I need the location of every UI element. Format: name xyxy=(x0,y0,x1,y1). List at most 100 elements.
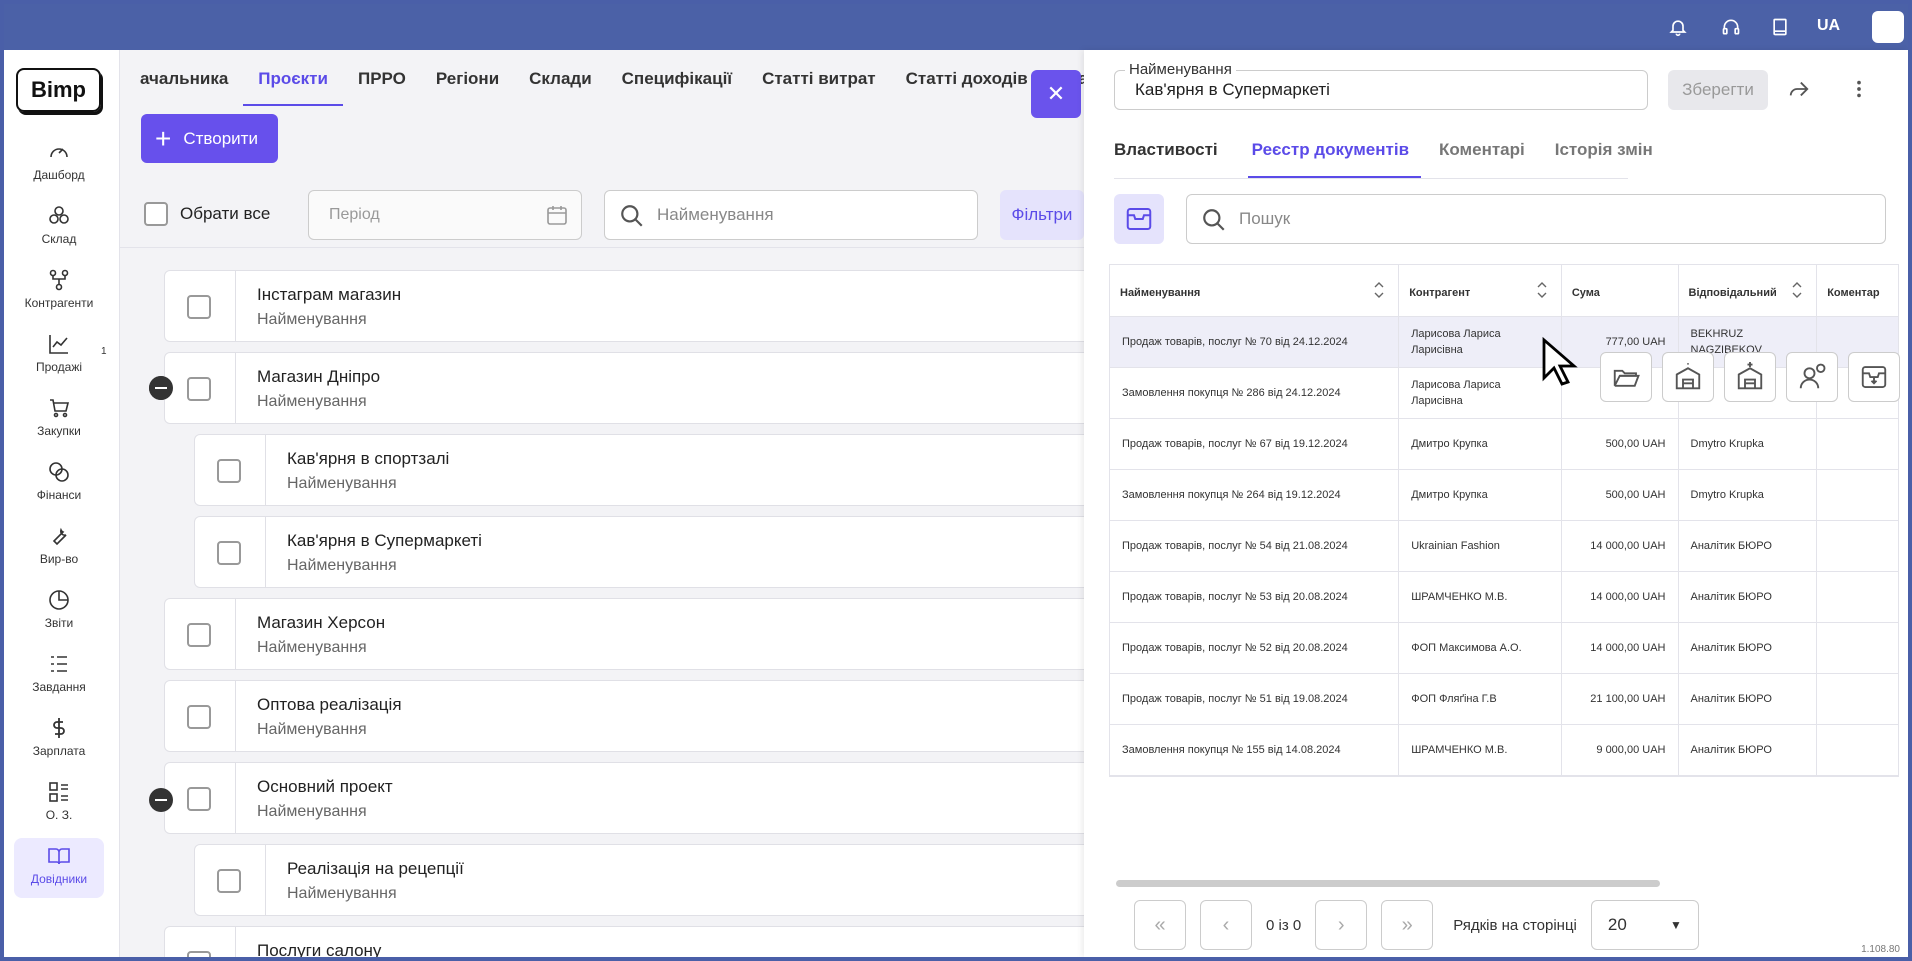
row-actions xyxy=(1600,352,1900,402)
close-panel-button[interactable]: ✕ xyxy=(1031,70,1081,118)
column-contractor[interactable]: Контрагент xyxy=(1399,265,1562,316)
row-checkbox[interactable] xyxy=(187,295,211,319)
tab-regions[interactable]: Регіони xyxy=(421,50,514,106)
row-checkbox[interactable] xyxy=(217,459,241,483)
more-vertical-icon[interactable] xyxy=(1848,78,1870,100)
column-responsible[interactable]: Відповідальний xyxy=(1679,265,1818,316)
warehouse-out-button[interactable] xyxy=(1662,352,1714,402)
app-frame: UA Bimp Дашборд Склад Контрагенти Продаж… xyxy=(4,4,1908,957)
tab-projects[interactable]: Проєкти xyxy=(243,50,343,106)
avatar[interactable] xyxy=(1872,11,1904,43)
list-item[interactable]: Оптова реалізація Найменування xyxy=(164,680,1104,752)
list-item[interactable]: Магазин Дніпро Найменування xyxy=(164,352,1104,424)
sort-icon[interactable] xyxy=(1372,279,1386,301)
tab-comments[interactable]: Коментарі xyxy=(1439,124,1537,178)
search-input[interactable]: Найменування xyxy=(604,190,978,240)
row-checkbox[interactable] xyxy=(187,377,211,401)
tab-history[interactable]: Історія змін xyxy=(1555,124,1665,178)
list-item[interactable]: Послуги салону xyxy=(164,926,1104,957)
row-checkbox[interactable] xyxy=(217,869,241,893)
document-search-input[interactable]: Пошук xyxy=(1186,194,1886,244)
table-row[interactable]: Продаж товарів, послуг № 67 від 19.12.20… xyxy=(1110,419,1898,470)
period-input[interactable]: Період xyxy=(308,190,582,240)
sidebar-item-reports[interactable]: Звіти xyxy=(14,582,104,642)
list-item[interactable]: Реалізація на рецепції Найменування xyxy=(194,844,1104,916)
row-checkbox[interactable] xyxy=(217,541,241,565)
tab-warehouses[interactable]: Склади xyxy=(514,50,607,106)
cell-responsible: Dmytro Krupka xyxy=(1679,419,1818,469)
row-subtitle: Найменування xyxy=(287,885,397,902)
sidebar-item-sales[interactable]: Продажі xyxy=(14,326,104,386)
list-item[interactable]: Магазин Херсон Найменування xyxy=(164,598,1104,670)
sidebar-item-salary[interactable]: Зарплата xyxy=(14,710,104,770)
details-panel: Найменування Кав'ярня в Супермаркеті Збе… xyxy=(1084,50,1908,957)
rows-per-page-select[interactable]: 20 ▼ xyxy=(1590,900,1699,950)
collapse-icon[interactable] xyxy=(149,788,173,812)
bell-icon[interactable] xyxy=(1666,15,1690,39)
row-checkbox[interactable] xyxy=(187,787,211,811)
sidebar-item-contractors[interactable]: Контрагенти xyxy=(14,262,104,322)
sort-icon[interactable] xyxy=(1790,279,1804,301)
warehouse-in-button[interactable] xyxy=(1724,352,1776,402)
horizontal-scrollbar[interactable] xyxy=(1116,880,1660,887)
last-page-button[interactable]: » xyxy=(1381,900,1434,950)
headset-icon[interactable] xyxy=(1719,15,1743,39)
select-all[interactable]: Обрати все xyxy=(144,202,270,226)
tab-expense-items[interactable]: Статті витрат xyxy=(747,50,891,106)
sidebar-item-dashboard[interactable]: Дашборд xyxy=(14,134,104,194)
row-checkbox[interactable] xyxy=(187,623,211,647)
sidebar-item-purchases[interactable]: Закупки xyxy=(14,390,104,450)
tab-income-items[interactable]: Статті доходів xyxy=(891,50,1043,106)
folder-open-icon xyxy=(1613,369,1640,387)
book-icon[interactable] xyxy=(1768,15,1792,39)
table-row[interactable]: Замовлення покупця № 264 від 19.12.2024 … xyxy=(1110,470,1898,521)
sidebar-item-directories[interactable]: Довідники xyxy=(14,838,104,898)
sidebar-item-production[interactable]: Вир-во xyxy=(14,518,104,578)
table-row[interactable]: Продаж товарів, послуг № 54 від 21.08.20… xyxy=(1110,521,1898,572)
cell-sum: 14 000,00 UAH xyxy=(1562,521,1679,571)
first-page-button[interactable]: « xyxy=(1134,900,1186,950)
create-button[interactable]: + Створити xyxy=(141,114,278,163)
column-name[interactable]: Найменування xyxy=(1110,265,1400,316)
table-row[interactable]: Продаж товарів, послуг № 52 від 20.08.20… xyxy=(1110,623,1898,674)
select-all-checkbox[interactable] xyxy=(144,202,168,226)
table-row[interactable]: Продаж товарів, послуг № 53 від 20.08.20… xyxy=(1110,572,1898,623)
prev-page-button[interactable]: ‹ xyxy=(1200,900,1252,950)
warehouse-out-icon xyxy=(1675,363,1701,390)
list-item[interactable]: Кав'ярня в спортзалі Найменування xyxy=(194,434,1104,506)
name-field[interactable]: Найменування Кав'ярня в Супермаркеті xyxy=(1114,61,1648,110)
sidebar-item-finance[interactable]: Фінанси xyxy=(14,454,104,514)
user-payment-button[interactable] xyxy=(1786,352,1838,402)
sidebar-item-fixed-assets[interactable]: О. З. xyxy=(14,774,104,834)
filters-button[interactable]: Фільтри xyxy=(1000,190,1084,240)
tab-prro[interactable]: ПРРО xyxy=(343,50,421,106)
sort-icon[interactable] xyxy=(1535,279,1549,301)
table-row[interactable]: Замовлення покупця № 155 від 14.08.2024 … xyxy=(1110,725,1898,776)
row-checkbox[interactable] xyxy=(187,705,211,729)
collapse-icon[interactable] xyxy=(149,376,173,400)
table-row[interactable]: Продаж товарів, послуг № 51 від 19.08.20… xyxy=(1110,674,1898,725)
tab-document-registry[interactable]: Реєстр документів xyxy=(1247,124,1422,178)
language-switch[interactable]: UA xyxy=(1817,17,1840,35)
row-checkbox[interactable] xyxy=(187,951,211,957)
column-sum[interactable]: Сума xyxy=(1562,265,1679,316)
list-item[interactable]: Основний проект Найменування xyxy=(164,762,1104,834)
tab-supervisor[interactable]: ачальника xyxy=(140,50,243,106)
tab-specifications[interactable]: Специфікації xyxy=(607,50,747,106)
list-item[interactable]: Інстаграм магазин Найменування xyxy=(164,270,1104,342)
list-item[interactable]: Кав'ярня в Супермаркеті Найменування xyxy=(194,516,1104,588)
box-download-button[interactable] xyxy=(1848,352,1900,402)
open-folder-button[interactable] xyxy=(1600,352,1652,402)
sidebar-item-label: Завдання xyxy=(32,680,86,694)
sidebar-item-tasks[interactable]: Завдання xyxy=(14,646,104,706)
tab-properties[interactable]: Властивості xyxy=(1114,124,1230,178)
next-page-button[interactable]: › xyxy=(1315,900,1368,950)
archive-button[interactable] xyxy=(1114,194,1164,244)
save-button[interactable]: Зберегти xyxy=(1668,70,1768,110)
close-icon: ✕ xyxy=(1046,81,1066,106)
share-icon[interactable] xyxy=(1788,78,1810,100)
calendar-icon[interactable] xyxy=(545,203,569,227)
column-comment[interactable]: Коментар xyxy=(1817,265,1898,316)
sidebar-item-warehouse[interactable]: Склад xyxy=(14,198,104,258)
logo[interactable]: Bimp xyxy=(16,68,101,112)
